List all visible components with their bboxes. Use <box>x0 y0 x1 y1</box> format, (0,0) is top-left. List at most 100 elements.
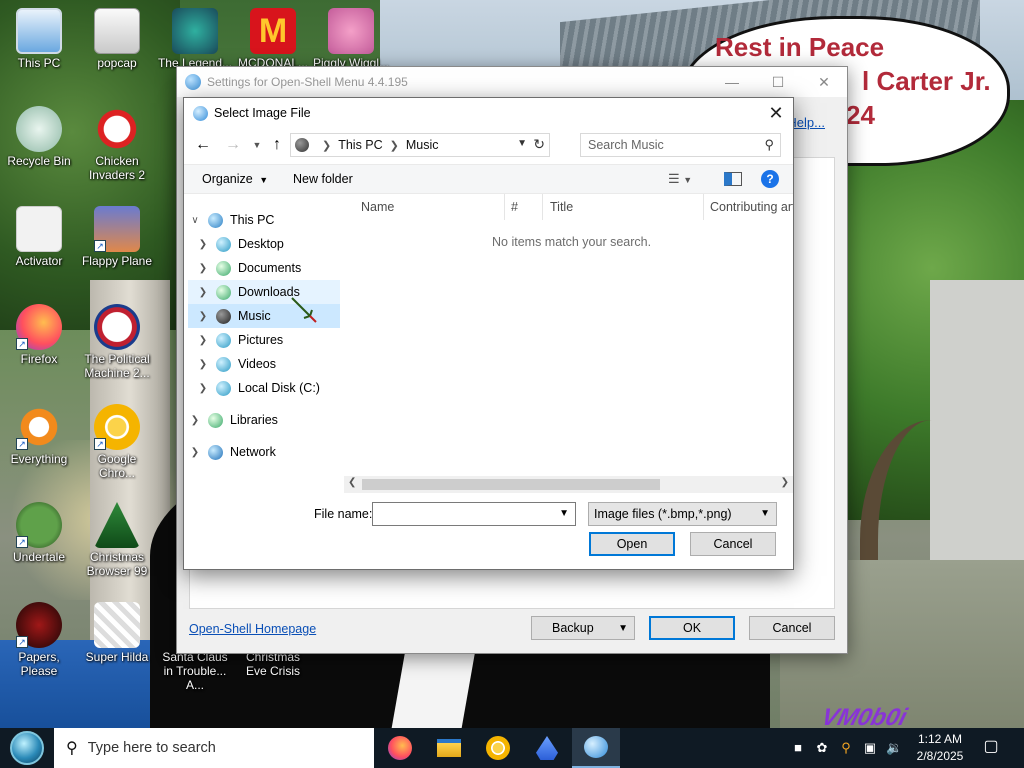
security-tray-icon[interactable]: ■ <box>790 740 806 756</box>
desktop-icon-google-chrome[interactable]: ↗ Google Chro... <box>78 404 156 480</box>
chevron-right-icon[interactable]: ❯ <box>188 447 202 458</box>
desktop-icon-recycle-bin[interactable]: Recycle Bin <box>0 106 78 168</box>
recent-locations-icon[interactable]: ▼ <box>246 135 268 155</box>
tree-item-desktop[interactable]: ❯ Desktop <box>196 232 340 256</box>
dialog-titlebar[interactable]: Select Image File ✕ <box>184 98 793 128</box>
chevron-right-icon[interactable]: ❯ <box>196 311 210 322</box>
desktop-icon-mcdonalds[interactable]: M MCDONAL... <box>234 8 312 70</box>
taskbar-chrome[interactable] <box>474 728 522 768</box>
breadcrumb-music[interactable]: Music <box>406 138 439 152</box>
mcdonalds-icon: M <box>250 8 296 54</box>
open-button[interactable]: Open <box>589 532 675 556</box>
scroll-left-icon[interactable]: ❮ <box>348 477 356 488</box>
address-bar[interactable]: ❯ This PC ❯ Music ▼ ↻ <box>290 133 550 157</box>
taskbar-file-explorer[interactable] <box>425 728 473 768</box>
desktop-icon-piggly-wiggly[interactable]: Piggly Wiggl... <box>312 8 390 70</box>
popcap-icon <box>94 8 140 54</box>
start-button[interactable] <box>0 728 54 768</box>
recycle-bin-icon <box>16 106 62 152</box>
taskbar-open-shell-settings[interactable] <box>572 728 620 768</box>
column-header-name[interactable]: Name <box>361 200 394 222</box>
app-tray-icon[interactable]: ✿ <box>814 740 830 756</box>
homepage-link[interactable]: Open-Shell Homepage <box>189 622 316 636</box>
desktop-icon-activator[interactable]: Activator <box>0 206 78 268</box>
file-name-label: File name: <box>314 507 373 521</box>
desktop-icon-super-hilda[interactable]: Super Hilda <box>78 602 156 664</box>
chevron-right-icon[interactable]: ❯ <box>196 287 210 298</box>
preview-pane-icon[interactable] <box>724 172 742 186</box>
chevron-right-icon[interactable]: ❯ <box>196 383 210 394</box>
desktop-icon-undertale[interactable]: ↗ Undertale <box>0 502 78 564</box>
scrollbar-thumb[interactable] <box>362 479 660 490</box>
chevron-right-icon[interactable]: ❯ <box>188 415 202 426</box>
libraries-icon <box>208 412 223 428</box>
chevron-right-icon[interactable]: ❯ <box>196 239 210 250</box>
tree-item-network[interactable]: ❯ Network <box>188 440 340 464</box>
flappy-plane-icon: ↗ <box>94 206 140 252</box>
desktop-icon-papers-please[interactable]: ↗ Papers, Please <box>0 602 78 678</box>
backup-button[interactable]: Backup ▼ <box>531 616 635 640</box>
column-header-title[interactable]: Title <box>550 200 573 222</box>
maximize-button[interactable]: ☐ <box>755 67 801 97</box>
up-arrow-icon[interactable]: ↑ <box>266 135 288 155</box>
back-icon[interactable]: ← <box>192 135 214 155</box>
clock-time[interactable]: 1:12 AM <box>910 732 970 746</box>
search-icon: ⚲ <box>66 740 78 757</box>
search-input[interactable]: Search Music ⚲ <box>580 133 781 157</box>
change-view-button[interactable]: ☰ ▼ <box>668 171 692 187</box>
file-type-select[interactable]: Image files (*.bmp,*.png) ▼ <box>588 502 777 526</box>
notification-icon[interactable]: ▢ <box>980 736 1002 758</box>
organize-button[interactable]: Organize ▼ <box>202 172 268 186</box>
tree-item-local-disk[interactable]: ❯ Local Disk (C:) <box>196 376 340 400</box>
tree-item-this-pc[interactable]: ∨ This PC <box>188 208 340 232</box>
chevron-down-icon[interactable]: ▼ <box>559 508 569 519</box>
documents-icon <box>216 260 231 276</box>
volume-tray-icon[interactable]: 🔉 <box>886 740 902 756</box>
taskbar-firefox[interactable] <box>376 728 424 768</box>
scroll-right-icon[interactable]: ❯ <box>781 477 789 488</box>
desktop-icon-christmas-browser[interactable]: Christmas Browser 99 <box>78 502 156 578</box>
chevron-down-icon[interactable]: ▼ <box>517 138 527 149</box>
videos-icon <box>216 356 231 372</box>
dialog-cancel-button[interactable]: Cancel <box>690 532 776 556</box>
new-folder-button[interactable]: New folder <box>293 172 353 186</box>
settings-cancel-button[interactable]: Cancel <box>749 616 835 640</box>
refresh-icon[interactable]: ↻ <box>533 136 545 153</box>
forward-icon[interactable]: → <box>222 135 244 155</box>
taskbar-app[interactable] <box>523 728 571 768</box>
clock-date[interactable]: 2/8/2025 <box>910 749 970 763</box>
settings-titlebar[interactable]: Settings for Open-Shell Menu 4.4.195 — ☐… <box>177 67 847 97</box>
desktop-icon-firefox[interactable]: ↗ Firefox <box>0 304 78 366</box>
search-tray-icon[interactable]: ⚲ <box>838 740 854 756</box>
close-button[interactable]: ✕ <box>801 67 847 97</box>
tree-item-pictures[interactable]: ❯ Pictures <box>196 328 340 352</box>
ok-button[interactable]: OK <box>649 616 735 640</box>
help-icon[interactable]: ? <box>761 170 779 188</box>
empty-message: No items match your search. <box>492 235 652 249</box>
chevron-down-icon[interactable]: ∨ <box>188 215 202 226</box>
horizontal-scrollbar[interactable]: ❮ ❯ <box>344 476 793 493</box>
desktop-icon-legend[interactable]: The Legend... <box>156 8 234 70</box>
chevron-right-icon[interactable]: ❯ <box>196 359 210 370</box>
desktop-icon-everything[interactable]: ↗ Everything <box>0 404 78 466</box>
tree-item-libraries[interactable]: ❯ Libraries <box>188 408 340 432</box>
network-tray-icon[interactable]: ▣ <box>862 740 878 756</box>
desktop-icon-chicken-invaders[interactable]: Chicken Invaders 2 <box>78 106 156 182</box>
file-name-input[interactable]: ▼ <box>372 502 576 526</box>
desktop-icon-popcap[interactable]: popcap <box>78 8 156 70</box>
this-pc-icon <box>295 138 309 152</box>
column-header-contributing-artists[interactable]: Contributing art <box>710 200 793 222</box>
chevron-right-icon[interactable]: ❯ <box>196 263 210 274</box>
close-icon[interactable]: ✕ <box>759 98 793 128</box>
chevron-down-icon: ▼ <box>618 622 628 634</box>
minimize-button[interactable]: — <box>709 67 755 97</box>
column-header-number[interactable]: # <box>511 200 518 222</box>
chevron-right-icon[interactable]: ❯ <box>196 335 210 346</box>
desktop-icon-political-machine[interactable]: The Political Machine 2... <box>78 304 156 380</box>
tree-item-videos[interactable]: ❯ Videos <box>196 352 340 376</box>
breadcrumb-this-pc[interactable]: This PC <box>338 138 382 152</box>
tree-item-documents[interactable]: ❯ Documents <box>196 256 340 280</box>
desktop-icon-flappy-plane[interactable]: ↗ Flappy Plane <box>78 206 156 268</box>
desktop-icon-this-pc[interactable]: This PC <box>0 8 78 70</box>
taskbar-search[interactable]: ⚲ Type here to search <box>54 728 374 768</box>
